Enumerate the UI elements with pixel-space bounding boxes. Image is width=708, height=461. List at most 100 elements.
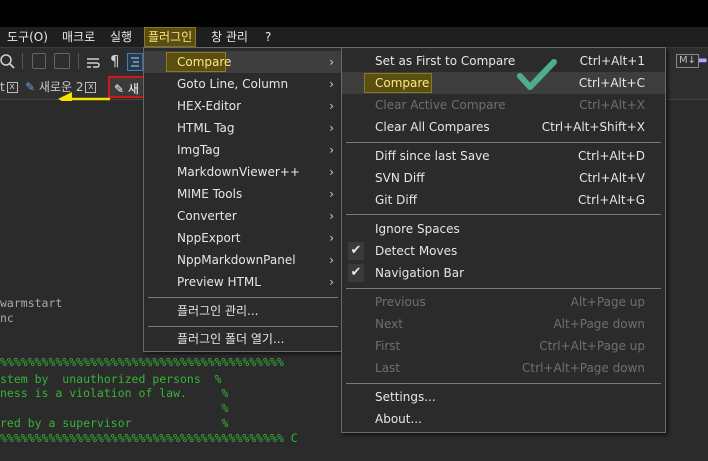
tab-label: 새	[127, 82, 139, 96]
menu-item-label: Clear All Compares	[375, 120, 490, 134]
menu-item-hex-editor[interactable]: HEX-Editor ›	[144, 95, 342, 117]
menu-item-label: Git Diff	[375, 193, 417, 207]
menu-item-label: Goto Line, Column	[177, 77, 289, 91]
plugin-icon[interactable]: ▬	[698, 51, 707, 71]
chevron-right-icon: ›	[329, 55, 334, 69]
menu-item-git-diff[interactable]: Git Diff Ctrl+Alt+G	[342, 189, 665, 211]
menu-item-label: 플러그인 폴더 열기...	[177, 332, 285, 346]
menu-item-label: NppExport	[177, 231, 241, 245]
sync-scroll-icon[interactable]	[32, 53, 46, 69]
menu-item-markdownviewer[interactable]: MarkdownViewer++ ›	[144, 161, 342, 183]
tab-prev[interactable]: tx	[0, 76, 18, 98]
toolbar-separator	[22, 53, 23, 69]
menu-item-navigation-bar[interactable]: ✔ Navigation Bar	[342, 262, 665, 284]
menu-item-set-first[interactable]: Set as First to Compare Ctrl+Alt+1	[342, 50, 665, 72]
close-icon[interactable]: x	[6, 82, 18, 93]
menu-item-diff-last-save[interactable]: Diff since last Save Ctrl+Alt+D	[342, 145, 665, 167]
menu-item-label: About...	[375, 412, 422, 426]
menu-item-label: Next	[375, 317, 403, 331]
menu-item-label: HEX-Editor	[177, 99, 242, 113]
menu-item-shortcut: Ctrl+Alt+X	[579, 98, 645, 112]
menu-item-label: Diff since last Save	[375, 149, 490, 163]
menu-separator	[346, 142, 661, 143]
wrap-icon[interactable]	[85, 53, 101, 73]
menu-item-shortcut: Ctrl+Alt+1	[579, 54, 645, 68]
editor-line: nc	[0, 311, 14, 325]
menu-item-label: Previous	[375, 295, 426, 309]
menu-item-next[interactable]: Next Alt+Page down	[342, 313, 665, 335]
menu-item-label: MarkdownViewer++	[177, 165, 300, 179]
menu-separator	[346, 383, 661, 384]
menu-help[interactable]: ?	[262, 27, 274, 47]
markdown-icon[interactable]: M↓	[676, 54, 700, 68]
menu-item-nppexport[interactable]: NppExport ›	[144, 227, 342, 249]
menu-item-label: Last	[375, 361, 400, 375]
menu-item-imgtag[interactable]: ImgTag ›	[144, 139, 342, 161]
menu-run[interactable]: 실행	[107, 27, 135, 47]
menu-window[interactable]: 창 관리	[208, 27, 251, 47]
pencil-icon: ✎	[25, 80, 36, 94]
menu-item-label: Clear Active Compare	[375, 98, 506, 112]
menu-macro[interactable]: 매크로	[59, 27, 98, 47]
chevron-right-icon: ›	[329, 121, 334, 135]
chevron-right-icon: ›	[329, 187, 334, 201]
editor-line: stem by unauthorized persons %	[0, 372, 222, 386]
menu-item-open-plugin-folder[interactable]: 플러그인 폴더 열기...	[144, 328, 342, 350]
menu-item-shortcut: Ctrl+Alt+V	[579, 171, 645, 185]
menu-item-label: Detect Moves	[375, 244, 458, 258]
menu-item-preview-html[interactable]: Preview HTML ›	[144, 271, 342, 293]
menu-item-label: Navigation Bar	[375, 266, 465, 280]
checkmark-annotation-icon	[517, 59, 557, 90]
menu-plugins[interactable]: 플러그인	[144, 27, 197, 47]
menu-bar: 도구(O) 매크로 실행 플러그인 창 관리 ?	[0, 27, 708, 47]
tab-current[interactable]: ✎ 새	[108, 76, 145, 98]
menu-item-ignore-spaces[interactable]: Ignore Spaces	[342, 218, 665, 240]
monitor-icon[interactable]	[54, 53, 70, 69]
menu-item-nppmarkdownpanel[interactable]: NppMarkdownPanel ›	[144, 249, 342, 271]
menu-item-previous[interactable]: Previous Alt+Page up	[342, 291, 665, 313]
toolbar-separator	[78, 53, 79, 69]
editor-line: warmstart	[0, 296, 63, 310]
menu-item-compare[interactable]: Compare ›	[144, 51, 342, 73]
plugins-menu: Compare › Goto Line, Column › HEX-Editor ›…	[143, 47, 343, 352]
title-bar	[0, 0, 708, 27]
tab-label: t	[0, 80, 5, 94]
menu-item-label: Compare	[375, 76, 430, 90]
menu-item-detect-moves[interactable]: ✔ Detect Moves	[342, 240, 665, 262]
menu-item-shortcut: Ctrl+Alt+Page down	[522, 361, 645, 375]
menu-item-mime-tools[interactable]: MIME Tools ›	[144, 183, 342, 205]
menu-tools[interactable]: 도구(O)	[4, 27, 51, 47]
chevron-right-icon: ›	[329, 275, 334, 289]
menu-item-label: Converter	[177, 209, 237, 223]
chevron-right-icon: ›	[329, 253, 334, 267]
menu-separator	[346, 288, 661, 289]
editor-line: ness is a violation of law. %	[0, 386, 229, 400]
menu-item-clear-all[interactable]: Clear All Compares Ctrl+Alt+Shift+X	[342, 116, 665, 138]
zoom-icon[interactable]	[0, 52, 16, 72]
menu-item-about[interactable]: About...	[342, 408, 665, 430]
chevron-right-icon: ›	[329, 143, 334, 157]
menu-item-html-tag[interactable]: HTML Tag ›	[144, 117, 342, 139]
menu-item-converter[interactable]: Converter ›	[144, 205, 342, 227]
menu-item-settings[interactable]: Settings...	[342, 386, 665, 408]
menu-item-svn-diff[interactable]: SVN Diff Ctrl+Alt+V	[342, 167, 665, 189]
menu-item-goto-line[interactable]: Goto Line, Column ›	[144, 73, 342, 95]
editor-line: red by a supervisor %	[0, 416, 229, 430]
menu-item-label: Compare	[177, 55, 232, 69]
menu-item-shortcut: Ctrl+Alt+D	[578, 149, 645, 163]
menu-item-label: First	[375, 339, 401, 353]
menu-item-shortcut: Alt+Page down	[553, 317, 645, 331]
menu-item-plugin-manage[interactable]: 플러그인 관리...	[144, 300, 342, 322]
menu-item-last[interactable]: Last Ctrl+Alt+Page down	[342, 357, 665, 379]
menu-item-first[interactable]: First Ctrl+Alt+Page up	[342, 335, 665, 357]
menu-item-label: ImgTag	[177, 143, 221, 157]
menu-item-compare[interactable]: Compare Ctrl+Alt+C	[342, 72, 665, 94]
compare-submenu: Set as First to Compare Ctrl+Alt+1 Compar…	[341, 47, 666, 433]
menu-item-label: Preview HTML	[177, 275, 261, 289]
menu-item-label: MIME Tools	[177, 187, 243, 201]
menu-item-label: 플러그인 관리...	[177, 304, 259, 318]
menu-item-clear-active[interactable]: Clear Active Compare Ctrl+Alt+X	[342, 94, 665, 116]
menu-item-shortcut: Ctrl+Alt+Shift+X	[541, 120, 645, 134]
pilcrow-icon[interactable]: ¶	[110, 51, 120, 71]
indent-guide-icon[interactable]	[127, 52, 143, 72]
